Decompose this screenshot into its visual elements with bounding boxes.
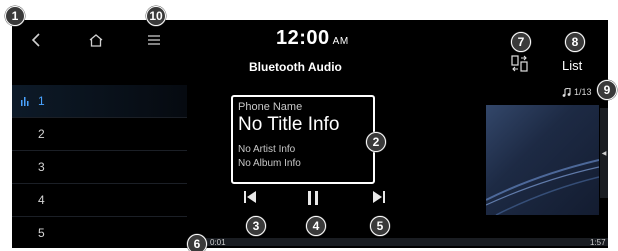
music-note-icon (562, 87, 571, 97)
track-item[interactable]: 5 (12, 217, 187, 248)
elapsed-time: 0:01 (210, 238, 226, 247)
clock-time: 12:00 (276, 27, 330, 49)
now-playing-info: Phone Name No Title Info No Artist Info … (231, 95, 375, 184)
callout-marker: 7 (511, 32, 531, 52)
phone-name: Phone Name (238, 101, 303, 113)
menu-icon[interactable] (144, 30, 164, 50)
chevron-left-icon: ◀ (601, 150, 607, 157)
skip-next-icon (373, 191, 385, 203)
callout-marker: 6 (187, 234, 207, 251)
track-number: 4 (38, 193, 45, 207)
track-number: 5 (38, 226, 45, 240)
callout-marker: 2 (366, 132, 386, 152)
track-number: 2 (38, 127, 45, 141)
album-art (486, 105, 599, 215)
previous-track-button[interactable] (243, 190, 259, 206)
album-art-graphic (486, 159, 599, 215)
track-list: 1 2 3 4 5 (12, 85, 187, 248)
device-switch-button[interactable] (510, 54, 538, 78)
total-time: 1:57 (590, 238, 606, 247)
side-panel-handle[interactable]: ◀ (600, 108, 608, 198)
progress-bar[interactable] (200, 238, 608, 246)
skip-previous-icon (244, 191, 256, 203)
pause-icon (308, 191, 318, 205)
callout-marker: 3 (246, 216, 266, 236)
track-item[interactable]: 4 (12, 184, 187, 217)
callout-marker: 5 (370, 216, 390, 236)
home-icon[interactable] (86, 30, 106, 50)
callout-marker: 9 (597, 80, 617, 100)
clock: 12:00 AM (276, 27, 349, 50)
album-name: No Album Info (238, 158, 301, 169)
car-audio-screen: 12:00AM Bluetooth Audio List 1/13 1 2 3 (12, 20, 608, 248)
pause-button[interactable] (306, 190, 322, 206)
callout-marker: 8 (565, 32, 585, 52)
track-count: 1/13 (562, 87, 592, 97)
track-item[interactable]: 1 (12, 85, 187, 118)
track-number: 1 (38, 94, 45, 108)
artist-name: No Artist Info (238, 144, 296, 155)
track-item[interactable]: 3 (12, 151, 187, 184)
list-button[interactable]: List (562, 58, 582, 73)
track-number: 3 (38, 160, 45, 174)
device-switch-icon (511, 55, 528, 72)
equalizer-icon (21, 97, 29, 106)
callout-marker: 10 (146, 6, 166, 26)
callout-marker: 1 (5, 6, 25, 26)
track-item[interactable]: 2 (12, 118, 187, 151)
track-count-label: 1/13 (574, 87, 592, 97)
page-title: Bluetooth Audio (249, 60, 342, 74)
clock-ampm: AM (332, 36, 349, 47)
next-track-button[interactable] (372, 190, 388, 206)
back-chevron-icon[interactable] (26, 30, 46, 50)
song-title: No Title Info (238, 114, 340, 135)
callout-marker: 4 (306, 216, 326, 236)
